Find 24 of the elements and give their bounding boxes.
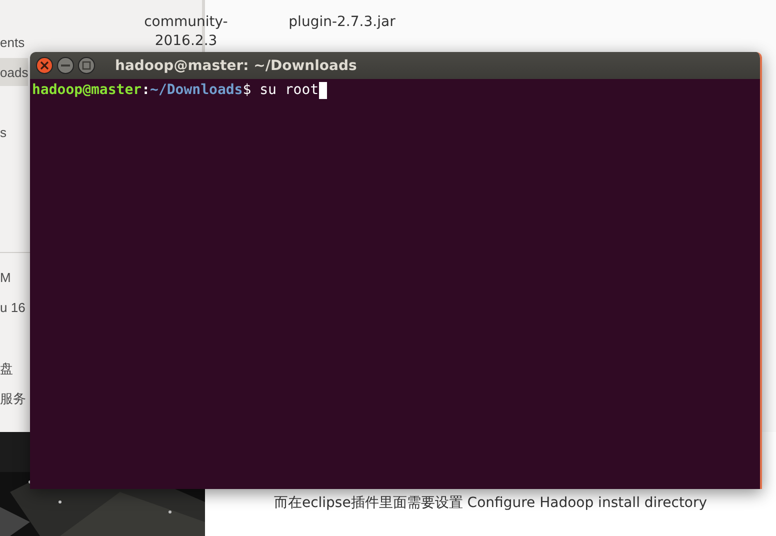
sidebar-item[interactable]: 盘 xyxy=(0,355,13,383)
text-cursor xyxy=(318,82,327,98)
prompt-user: hadoop@master xyxy=(32,81,142,99)
sidebar-item[interactable]: ents xyxy=(0,28,25,56)
prompt-separator: : xyxy=(142,81,150,99)
close-button[interactable] xyxy=(36,57,53,74)
sidebar-item[interactable]: oads xyxy=(0,58,28,86)
sidebar-item[interactable]: u 16 xyxy=(0,293,26,321)
sidebar-item[interactable]: s xyxy=(0,116,6,148)
prompt-path: ~/Downloads xyxy=(150,81,243,99)
file-name: plugin-2.7.3.jar xyxy=(288,13,396,32)
file-name: community- xyxy=(144,13,228,32)
minimize-icon xyxy=(61,64,70,67)
sidebar-item[interactable]: M xyxy=(0,263,11,291)
minimize-button[interactable] xyxy=(57,57,74,74)
close-icon xyxy=(40,61,49,70)
command-text: su root xyxy=(260,81,319,99)
caption: 而在eclipse插件里面需要设置 Configure Hadoop install directory xyxy=(274,494,708,512)
maximize-button[interactable] xyxy=(78,57,95,74)
prompt-symbol: $ xyxy=(242,81,252,99)
maximize-icon xyxy=(82,61,91,70)
window-title: hadoop@master: ~/Downloads xyxy=(115,58,357,74)
file-name: 2016.2.3 xyxy=(154,32,218,51)
sidebar-item[interactable]: 服务 xyxy=(0,385,26,413)
